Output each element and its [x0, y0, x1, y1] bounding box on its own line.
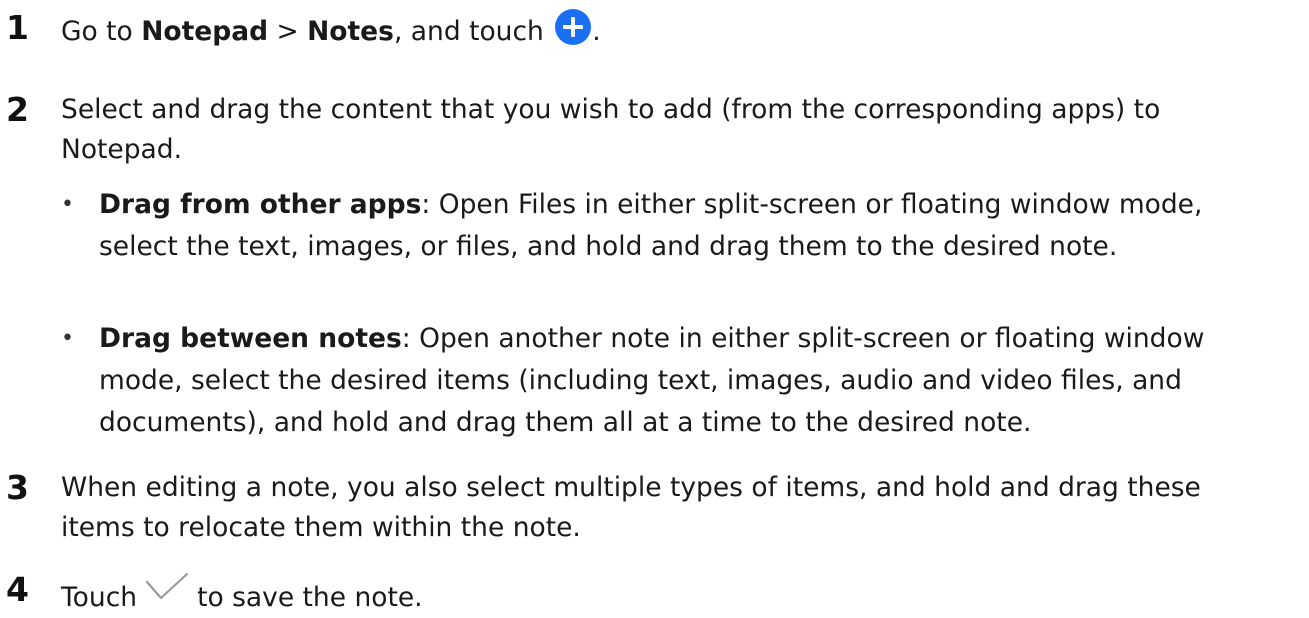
- checkmark-icon: [145, 572, 189, 604]
- bullet-text-line: mode, select the desired items (includin…: [99, 365, 1182, 396]
- bullet-dot: •: [61, 192, 74, 217]
- step-text: When editing a note, you also select mul…: [61, 468, 1301, 548]
- bullet-text-line: : Open another note in either split-scre…: [401, 323, 1205, 354]
- bullet-dot: •: [61, 326, 74, 351]
- step-number: 3: [6, 468, 29, 507]
- bullet-text: Drag between notes: Open another note in…: [99, 318, 1303, 444]
- step-text: Touch to save the note.: [61, 572, 1301, 618]
- bullet-text-line: documents), and hold and drag them all a…: [99, 407, 1032, 438]
- step-text-line: Notepad.: [61, 134, 183, 165]
- bullet-text: Drag from other apps: Open Files in eith…: [99, 184, 1303, 268]
- plus-circle-icon: [554, 8, 592, 46]
- bullet-text-line: select the text, images, or files, and h…: [99, 231, 1118, 262]
- step-text-line: When editing a note, you also select mul…: [61, 472, 1201, 503]
- step-number: 4: [6, 570, 29, 609]
- step-text-post: , and touch: [393, 16, 553, 47]
- step-text: Go to Notepad > Notes, and touch .: [61, 8, 1301, 52]
- step-text: Select and drag the content that you wis…: [61, 90, 1301, 170]
- app-name: Notepad: [141, 16, 269, 47]
- step-text-end: .: [592, 16, 601, 47]
- section-name: Notes: [307, 16, 394, 47]
- bullet-title: Drag from other apps: [99, 189, 422, 220]
- step-text-line: items to relocate them within the note.: [61, 512, 581, 543]
- bullet-title: Drag between notes: [99, 323, 402, 354]
- bullet-item: • Drag from other apps: Open Files in ei…: [61, 184, 1303, 274]
- step-number: 2: [6, 90, 29, 129]
- bullet-item: • Drag between notes: Open another note …: [61, 318, 1303, 448]
- step-text-pre: Touch: [61, 582, 138, 613]
- path-separator: >: [268, 16, 308, 47]
- step-text-post: to save the note.: [197, 582, 423, 613]
- step-text-line: Select and drag the content that you wis…: [61, 94, 1161, 125]
- step-number: 1: [6, 8, 29, 47]
- bullet-text-line: : Open Files in either split-screen or f…: [421, 189, 1203, 220]
- step-text-pre: Go to: [61, 16, 142, 47]
